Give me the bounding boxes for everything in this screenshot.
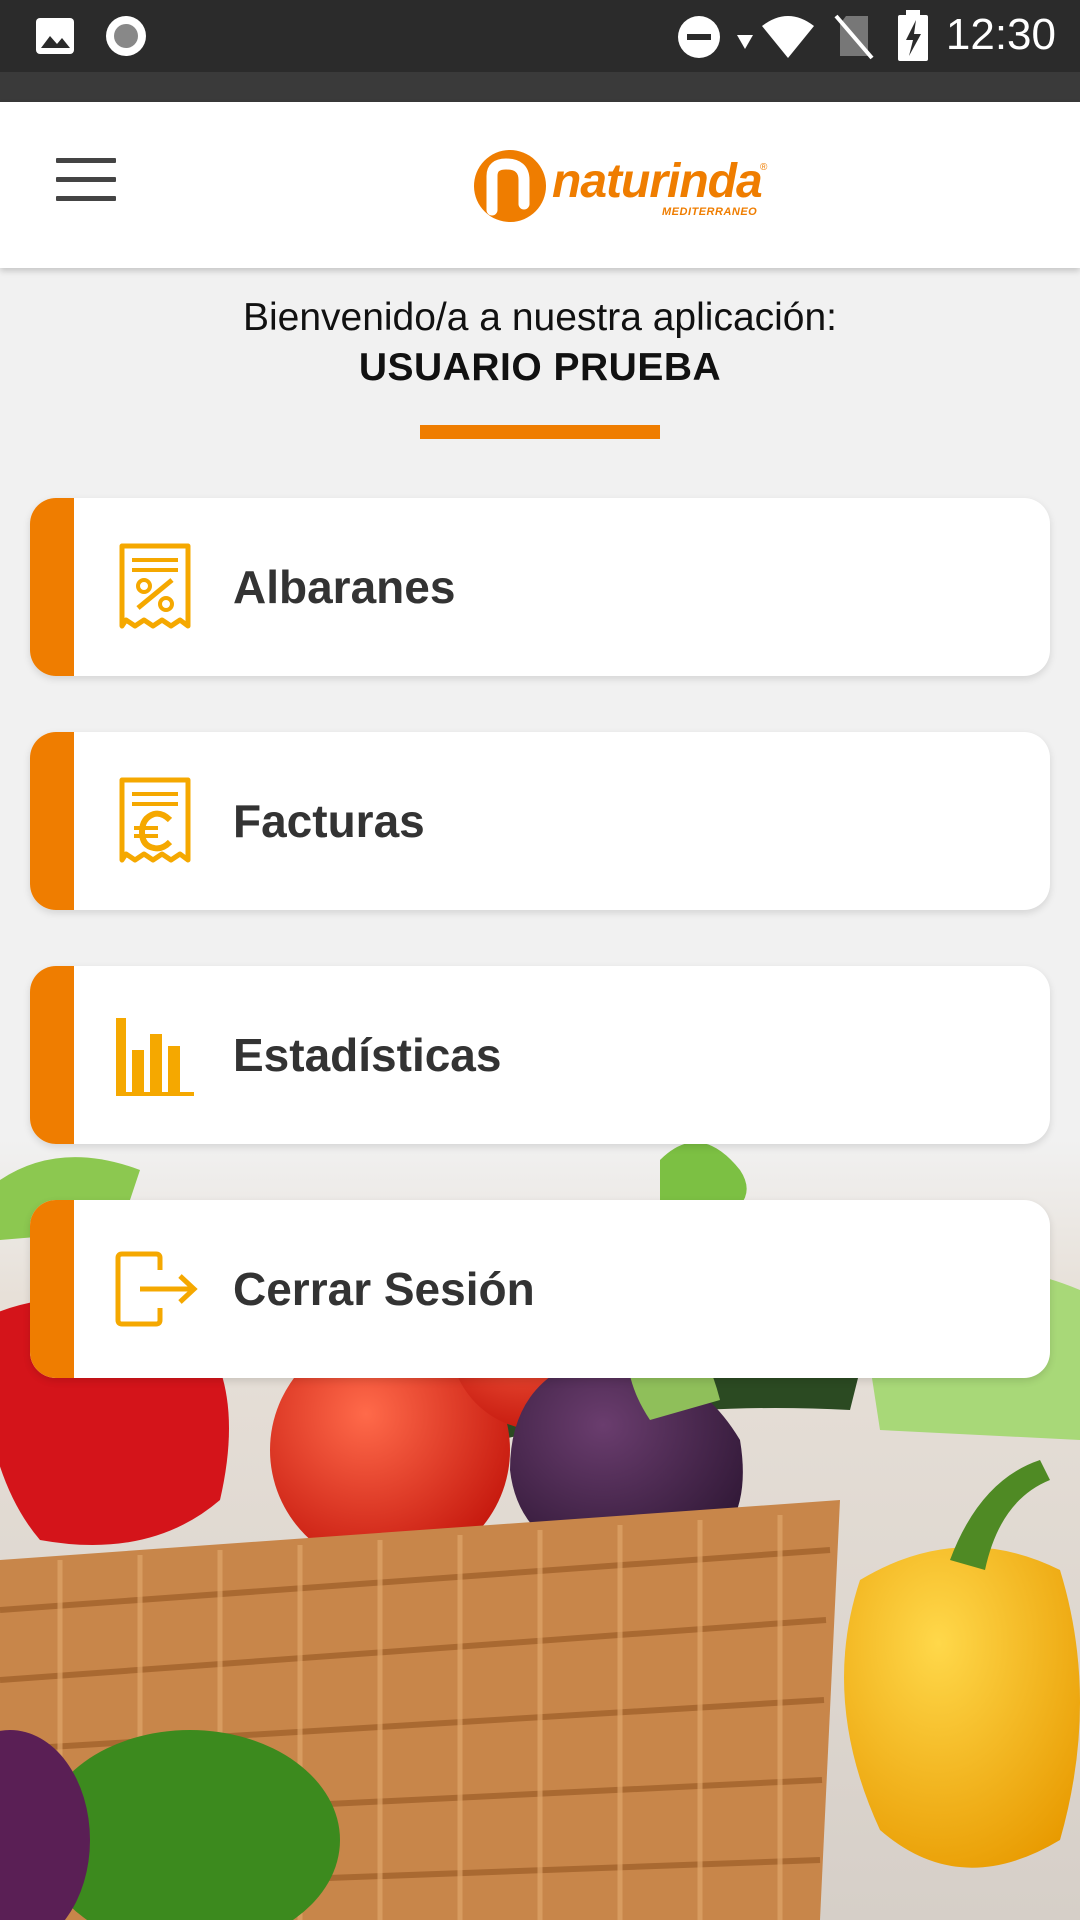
logo-text: naturinda [552,155,763,208]
hamburger-menu-icon[interactable] [56,158,116,204]
menu-item-label: Cerrar Sesión [233,1263,535,1315]
signal-arrow-icon [737,35,753,49]
menu-item-estadisticas[interactable]: Estadísticas [30,966,1050,1144]
receipt-euro-icon [119,777,191,863]
card-accent-bar [30,966,74,1144]
card-accent-bar [30,498,74,676]
menu-item-label: Estadísticas [233,1029,502,1081]
welcome-section: Bienvenido/a a nuestra aplicación: USUAR… [0,296,1080,390]
logo-registered-mark: ® [760,162,768,173]
menu-item-label: Albaranes [233,561,456,613]
battery-charging-icon [898,10,928,61]
image-icon [36,18,74,54]
menu-item-cerrar-sesion[interactable]: Cerrar Sesión [30,1200,1050,1378]
app-bar: naturinda ® MEDITERRANEO [0,102,1080,268]
menu-item-label: Facturas [233,795,425,847]
wifi-icon [762,16,814,58]
status-bar-shadow [0,72,1080,102]
logo-subtext: MEDITERRANEO [662,206,758,218]
status-bar: 12:30 [0,0,1080,72]
welcome-divider [420,425,660,439]
menu-item-albaranes[interactable]: Albaranes [30,498,1050,676]
record-icon [106,16,146,56]
logo-mark-icon [474,150,546,222]
brand-logo: naturinda ® MEDITERRANEO [470,140,770,230]
menu-item-facturas[interactable]: Facturas [30,732,1050,910]
no-sim-icon [834,14,874,60]
card-accent-bar [30,1200,74,1378]
do-not-disturb-icon [678,16,720,58]
receipt-percent-icon [119,543,191,629]
status-time: 12:30 [945,10,1056,59]
logout-icon [115,1251,198,1327]
user-name: USUARIO PRUEBA [358,346,722,389]
card-accent-bar [30,732,74,910]
bar-chart-icon [116,1018,194,1096]
welcome-message: Bienvenido/a a nuestra aplicación: [242,296,838,339]
